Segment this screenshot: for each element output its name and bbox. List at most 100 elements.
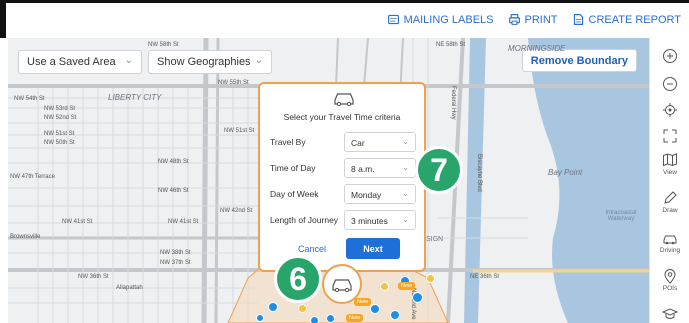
new-tag: New — [346, 314, 364, 322]
map-label: NW 46th St — [158, 188, 189, 194]
map-label: NW 41st St — [62, 219, 93, 225]
map-label: NW 58th St — [148, 42, 179, 48]
chevron-down-icon: ⌄ — [402, 137, 409, 146]
mailing-labels-link[interactable]: MAILING LABELS — [387, 13, 494, 26]
map-label: Federal Hwy — [450, 86, 456, 120]
create-report-label: CREATE REPORT — [588, 13, 682, 26]
journey-length-label: Length of Journey — [270, 215, 339, 225]
geographies-value: Show Geographies — [157, 56, 251, 68]
saved-area-value: Use a Saved Area — [27, 56, 116, 68]
map-label: Bay Point — [548, 168, 583, 177]
chevron-down-icon: ⌄ — [124, 55, 133, 66]
poi-marker[interactable] — [268, 302, 278, 312]
map-label: NW 51st St — [44, 131, 75, 137]
printer-icon — [508, 14, 520, 25]
map-label: Allapattah — [116, 285, 143, 291]
journey-length-row: Length of Journey 3 minutes ⌄ — [270, 210, 420, 230]
poi-marker[interactable] — [412, 292, 423, 303]
journey-length-value: 3 minutes — [351, 216, 388, 226]
day-of-week-value: Monday — [351, 190, 382, 200]
map-label: NW 51st St — [224, 128, 255, 134]
chevron-down-icon: ⌄ — [402, 189, 409, 198]
time-of-day-row: Time of Day 8 a.m. ⌄ — [270, 158, 420, 178]
journey-length-select[interactable]: 3 minutes ⌄ — [344, 210, 416, 230]
time-of-day-label: Time of Day — [270, 163, 316, 173]
zoom-out-button[interactable] — [650, 76, 689, 92]
new-tag: New — [354, 298, 372, 306]
print-label: PRINT — [524, 13, 558, 26]
driving-label: Driving — [659, 247, 681, 254]
driving-button[interactable]: Driving — [650, 230, 689, 254]
day-of-week-select[interactable]: Monday ⌄ — [344, 184, 416, 204]
map-label: LIBERTY CITY — [108, 93, 162, 102]
mailing-labels-label: MAILING LABELS — [403, 13, 494, 26]
map-label: NW 38th St — [160, 250, 191, 256]
car-icon — [334, 93, 354, 106]
map-label: NW 50th St — [44, 140, 75, 146]
map-label: NW 36th St — [78, 274, 109, 280]
print-link[interactable]: PRINT — [508, 13, 558, 26]
next-button[interactable]: Next — [346, 238, 400, 259]
chevron-down-icon: ⌄ — [402, 215, 409, 224]
view-button[interactable]: View — [650, 152, 689, 176]
poi-marker[interactable] — [380, 282, 389, 291]
draw-button[interactable]: Draw — [650, 190, 689, 214]
map-label: SIGN — [426, 236, 444, 243]
map-label: NW 52nd St — [44, 115, 77, 121]
step-badge-6: 6 — [274, 255, 322, 303]
map-label: Biscayne Blvd — [476, 154, 482, 192]
poi-marker[interactable] — [298, 304, 307, 313]
travel-by-value: Car — [351, 138, 365, 148]
report-icon — [573, 14, 583, 25]
poi-marker[interactable] — [310, 316, 319, 323]
travel-time-modal: Select your Travel Time criteria Travel … — [258, 82, 426, 272]
geographies-select[interactable]: Show Geographies ⌄ — [148, 50, 272, 74]
map-label: NW 42nd St — [220, 208, 253, 214]
pois-label: POIs — [662, 285, 678, 292]
map-label: NW 55th St — [218, 80, 249, 86]
create-report-link[interactable]: CREATE REPORT — [572, 13, 682, 26]
map-view-icon — [663, 153, 677, 167]
view-label: View — [663, 169, 677, 176]
zoom-in-icon — [663, 49, 677, 63]
poi-marker[interactable] — [326, 314, 335, 323]
crosshair-icon — [663, 103, 677, 117]
travel-origin-pin[interactable] — [322, 264, 362, 304]
poi-marker[interactable] — [426, 274, 435, 283]
map-label: NW 48th St — [158, 159, 189, 165]
graduation-cap-icon — [662, 308, 678, 319]
map-label: NW 47th Terrace — [10, 174, 55, 180]
poi-marker[interactable] — [256, 314, 264, 322]
modal-title: Select your Travel Time criteria — [283, 112, 401, 122]
chevron-down-icon: ⌄ — [254, 55, 263, 66]
pois-button[interactable]: POIs — [650, 268, 689, 292]
education-button[interactable] — [650, 306, 689, 322]
step-badge-7: 7 — [415, 146, 463, 194]
car-icon — [332, 279, 352, 292]
map-label: NW 37th St — [160, 260, 191, 266]
travel-by-select[interactable]: Car ⌄ — [344, 132, 416, 152]
new-tag: New — [398, 282, 416, 290]
fullscreen-button[interactable] — [650, 128, 689, 144]
map-tools-sidebar: View Draw Driving POIs — [649, 38, 689, 323]
left-border — [0, 0, 6, 38]
time-of-day-select[interactable]: 8 a.m. ⌄ — [344, 158, 416, 178]
top-border — [6, 0, 689, 3]
map-label: Intracoastal Waterway — [605, 210, 637, 222]
poi-marker[interactable] — [370, 304, 380, 314]
zoom-out-icon — [663, 77, 677, 91]
map-label: NW 41st St — [168, 219, 199, 225]
cancel-button[interactable]: Cancel — [298, 244, 326, 254]
zoom-in-button[interactable] — [650, 48, 689, 64]
map-label: Brownsville — [10, 234, 41, 240]
toolbar-actions: MAILING LABELS PRINT CREATE REPORT — [387, 13, 681, 26]
locate-button[interactable] — [650, 102, 689, 118]
top-toolbar: MAILING LABELS PRINT CREATE REPORT — [0, 0, 689, 38]
day-of-week-label: Day of Week — [270, 189, 319, 199]
poi-marker[interactable] — [390, 310, 400, 320]
day-of-week-row: Day of Week Monday ⌄ — [270, 184, 420, 204]
saved-area-select[interactable]: Use a Saved Area ⌄ — [18, 50, 142, 74]
map-label: NE 36th St — [470, 274, 500, 280]
travel-by-row: Travel By Car ⌄ — [270, 132, 420, 152]
expand-icon — [663, 129, 677, 143]
